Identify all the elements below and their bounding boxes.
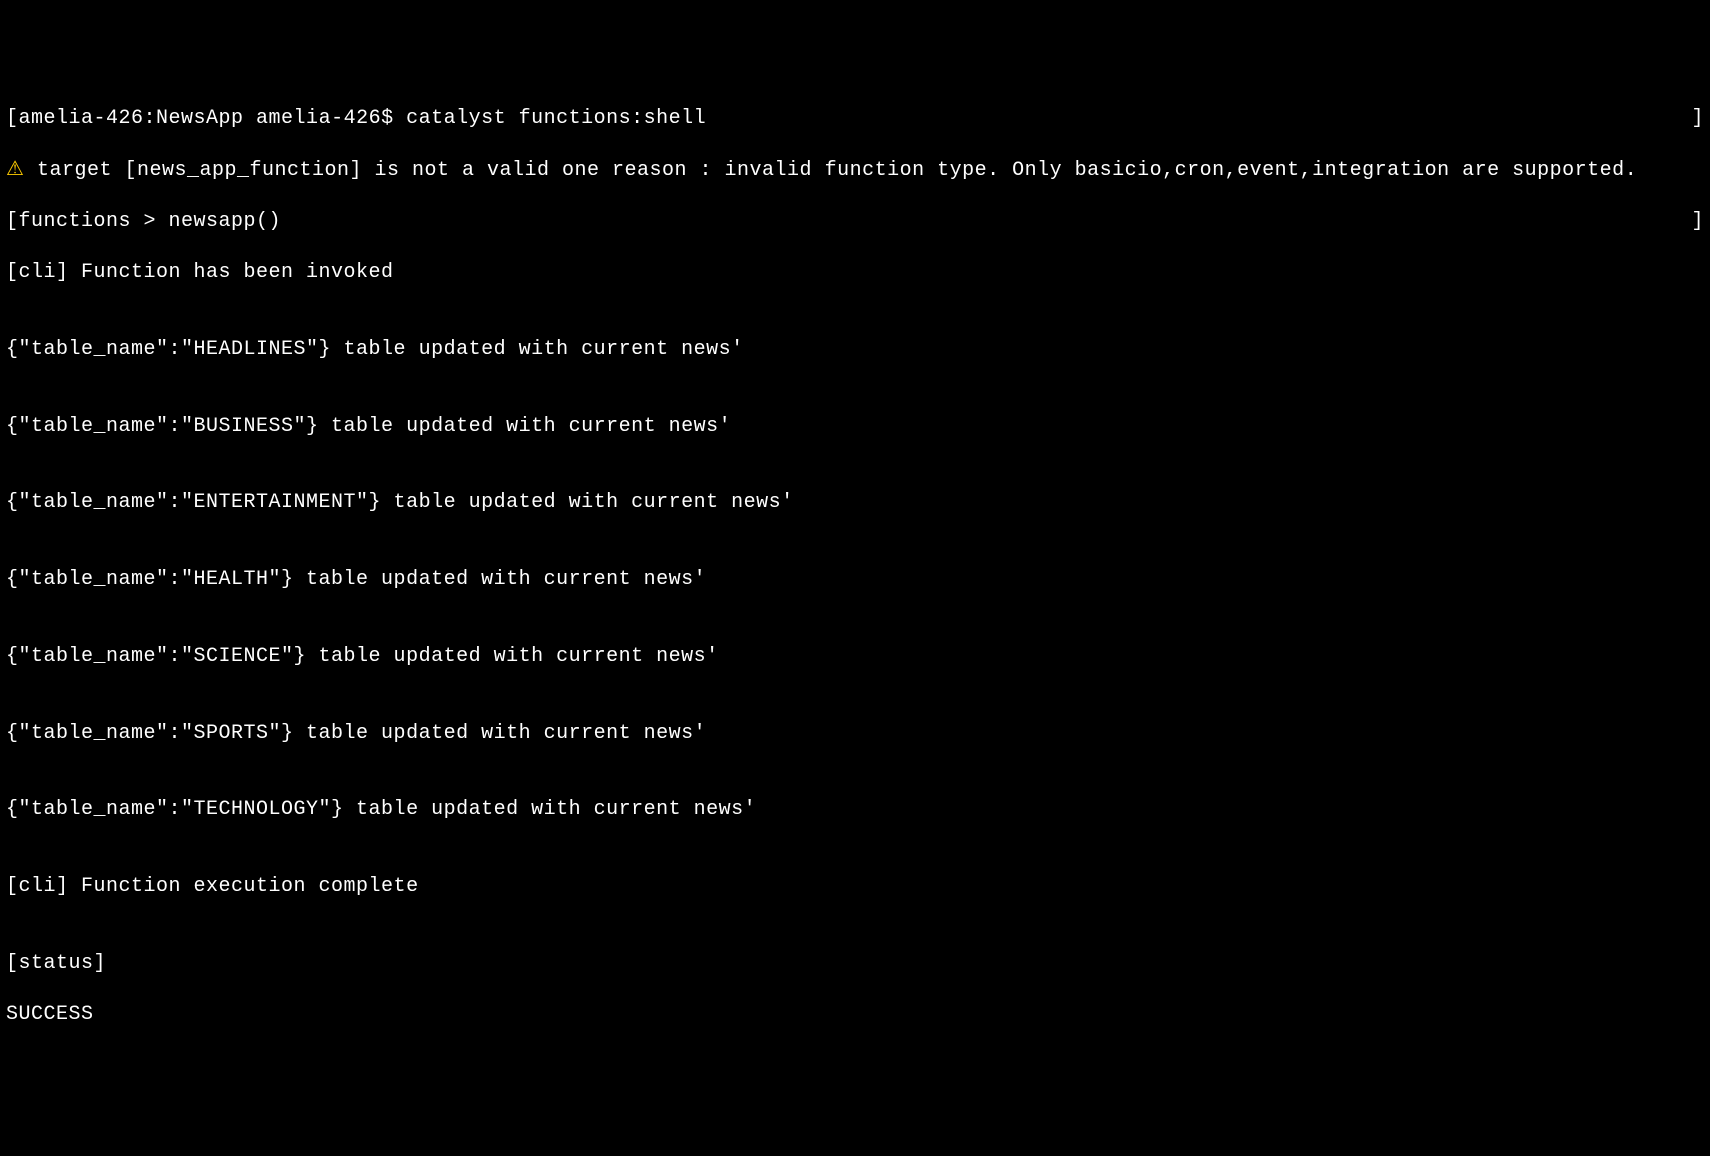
- shell-open-bracket: [: [6, 210, 19, 233]
- terminal-prompt-line[interactable]: [amelia-426:NewsApp amelia-426$ catalyst…: [6, 106, 1704, 132]
- prompt-left: [amelia-426:NewsApp amelia-426$ catalyst…: [6, 106, 706, 132]
- update-line: {"table_name":"SCIENCE"} table updated w…: [6, 644, 1704, 670]
- shell-prompt-text: functions > newsapp(): [19, 210, 282, 233]
- command-text: catalyst functions:shell: [406, 107, 706, 130]
- cli-complete-line: [cli] Function execution complete: [6, 874, 1704, 900]
- host-path: amelia-426:NewsApp amelia-426$: [19, 107, 407, 130]
- update-line: {"table_name":"HEADLINES"} table updated…: [6, 337, 1704, 363]
- update-line: {"table_name":"HEALTH"} table updated wi…: [6, 567, 1704, 593]
- warning-line: ⚠ target [news_app_function] is not a va…: [6, 158, 1704, 184]
- status-value-line: SUCCESS: [6, 1002, 1704, 1028]
- close-bracket: ]: [1691, 106, 1704, 132]
- update-line: {"table_name":"SPORTS"} table updated wi…: [6, 721, 1704, 747]
- shell-close-bracket: ]: [1691, 209, 1704, 235]
- warning-icon: ⚠: [6, 159, 24, 182]
- open-bracket: [: [6, 107, 19, 130]
- cli-invoke-line: [cli] Function has been invoked: [6, 260, 1704, 286]
- update-line: {"table_name":"BUSINESS"} table updated …: [6, 414, 1704, 440]
- update-line: {"table_name":"ENTERTAINMENT"} table upd…: [6, 490, 1704, 516]
- status-label-line: [status]: [6, 951, 1704, 977]
- shell-prompt-left: [functions > newsapp(): [6, 209, 281, 235]
- shell-prompt-line[interactable]: [functions > newsapp() ]: [6, 209, 1704, 235]
- warning-text: target [news_app_function] is not a vali…: [24, 159, 1637, 182]
- update-line: {"table_name":"TECHNOLOGY"} table update…: [6, 797, 1704, 823]
